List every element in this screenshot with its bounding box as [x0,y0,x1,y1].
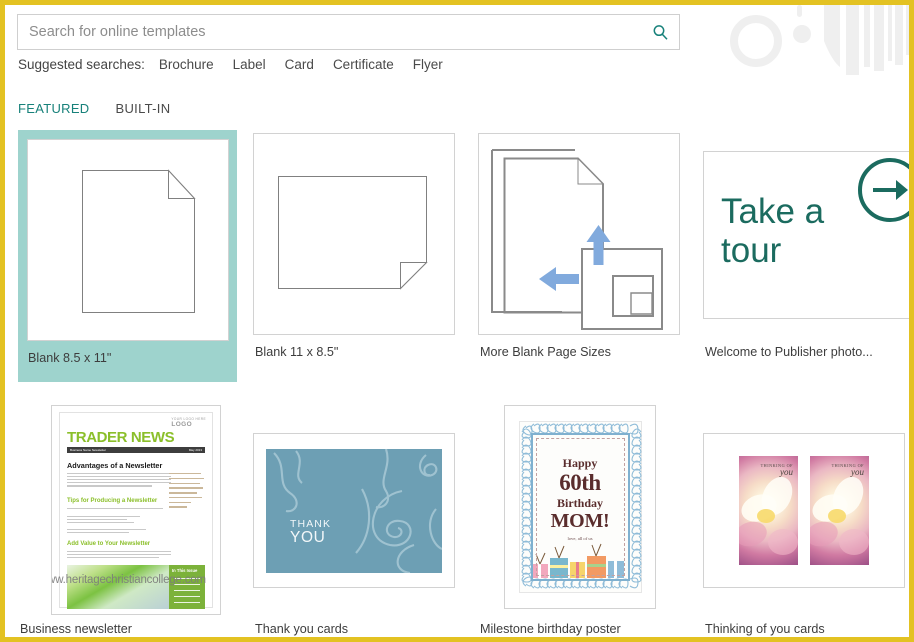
decorative-corner-graphic [730,5,909,75]
template-thumbnail: Take a tour [703,151,909,319]
template-tile-welcome-take-a-tour[interactable]: Take a tour Welcome to Publisher photo..… [703,133,909,383]
newsletter-heading-2: Tips for Producing a Newsletter [67,498,158,504]
thinking-of-you-text: THINKING OF you [831,463,864,477]
template-thumbnail [478,133,680,335]
search-bar[interactable] [17,14,680,50]
template-tile-more-blank-page-sizes[interactable]: More Blank Page Sizes [478,133,683,383]
newsletter-photo [67,565,171,609]
template-thumbnail: YOUR LOGO HERE LOGO TRADER NEWS Business… [51,405,221,615]
birthday-line-3: Birthday [556,496,603,510]
suggested-searches-label: Suggested searches: [18,57,145,72]
take-a-tour-text: Take a tour [721,192,824,270]
template-label: Business newsletter [20,622,132,636]
template-tile-blank-landscape[interactable]: Blank 11 x 8.5" [253,133,458,383]
blank-landscape-page-icon [278,176,428,290]
birthday-line-2: 60th [559,470,601,495]
suggested-link-card[interactable]: Card [285,57,314,72]
thank-you-card-preview: THANK YOU [254,434,454,587]
tab-featured[interactable]: FEATURED [18,101,90,119]
newsletter-bar: Business Name Newsletter May 2013 [67,447,205,453]
thinking-of-you-text: THINKING OF you [760,463,793,477]
birthday-line-5: love, all of us [567,536,593,541]
blank-portrait-page-icon [82,169,196,313]
newsletter-sidebar-text [169,473,205,511]
watermark-text: www.heritagechristiancollege.com [51,574,206,586]
template-thumbnail [253,133,455,335]
tab-built-in[interactable]: BUILT-IN [116,101,171,119]
take-a-tour-graphic: Take a tour [704,152,909,318]
gallery-tabs: FEATURED BUILT-IN [18,101,170,119]
template-label: Blank 11 x 8.5" [255,345,339,359]
template-thumbnail [27,139,229,341]
template-label: More Blank Page Sizes [480,345,611,359]
template-label: Thinking of you cards [705,622,825,636]
newsletter-in-this-issue: In This Issue [169,565,205,609]
template-tile-milestone-birthday-poster[interactable]: Happy 60th Birthday MOM! love, all of us… [478,405,683,637]
take-a-tour-line1: Take a [721,192,825,231]
template-tile-blank-portrait[interactable]: Blank 8.5 x 11" [18,130,237,382]
suggested-link-flyer[interactable]: Flyer [413,57,443,72]
template-tile-business-newsletter[interactable]: YOUR LOGO HERE LOGO TRADER NEWS Business… [18,405,223,637]
template-label: Blank 8.5 x 11" [28,351,112,365]
take-a-tour-line2: tour [721,231,782,271]
template-tile-thank-you-cards[interactable]: THANK YOU Thank you cards [253,405,458,637]
template-grid: Blank 8.5 x 11" Blank 11 x 8.5" More Bla… [5,130,909,637]
newsletter-heading-1: Advantages of a Newsletter [67,461,163,470]
thinking-of-you-preview: THINKING OF you THINKING OF you [704,434,904,587]
suggested-link-label[interactable]: Label [233,57,266,72]
birthday-poster-preview: Happy 60th Birthday MOM! love, all of us [505,406,655,608]
newsletter-title: TRADER NEWS [67,429,175,446]
template-tile-thinking-of-you-cards[interactable]: THINKING OF you THINKING OF you Thinking… [703,405,909,637]
template-label: Thank you cards [255,622,349,636]
newsletter-logo: YOUR LOGO HERE LOGO [171,417,206,428]
suggested-link-certificate[interactable]: Certificate [333,57,394,72]
template-thumbnail: THINKING OF you THINKING OF you [703,433,905,588]
suggested-link-brochure[interactable]: Brochure [159,57,214,72]
suggested-searches: Suggested searches: Brochure Label Card … [18,57,462,72]
template-thumbnail: THANK YOU [253,433,455,588]
birthday-line-1: Happy [562,456,598,470]
thinking-of-you-card-2: THINKING OF you [810,456,869,565]
template-thumbnail: Happy 60th Birthday MOM! love, all of us [504,405,656,609]
search-icon [653,24,668,40]
template-gallery-window: Suggested searches: Brochure Label Card … [0,0,914,642]
thank-you-text: THANK YOU [290,518,332,547]
search-button[interactable] [641,15,679,49]
newsletter-heading-3: Add Value to Your Newsletter [67,541,151,547]
birthday-line-4: MOM! [550,510,610,532]
search-input[interactable] [18,15,641,49]
thinking-of-you-card-1: THINKING OF you [739,456,798,565]
template-label: Welcome to Publisher photo... [705,345,873,359]
more-page-sizes-icon [491,149,663,330]
template-label: Milestone birthday poster [480,622,621,636]
